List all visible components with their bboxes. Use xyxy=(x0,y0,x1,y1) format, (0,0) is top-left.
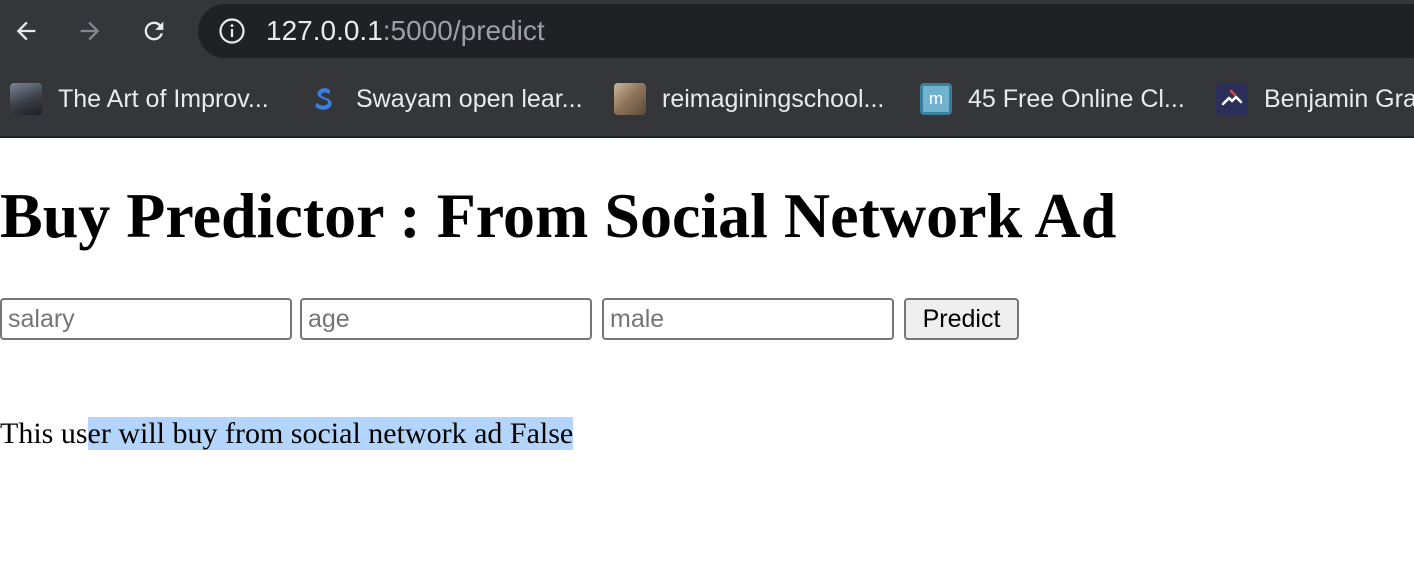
prediction-result: This user will buy from social network a… xyxy=(0,415,574,452)
back-button[interactable] xyxy=(6,11,46,51)
art-of-improv-favicon xyxy=(10,83,42,115)
predict-button[interactable]: Predict xyxy=(904,298,1019,340)
browser-toolbar: 127.0.0.1:5000/predict xyxy=(0,0,1414,62)
url-text[interactable]: 127.0.0.1:5000/predict xyxy=(266,4,545,58)
bookmark-benjamin[interactable]: Benjamin Gra xyxy=(1216,62,1414,136)
url-path: :5000/predict xyxy=(382,15,545,46)
arrow-right-icon xyxy=(80,21,100,41)
url-host: 127.0.0.1 xyxy=(266,15,383,46)
swayam-favicon xyxy=(308,83,340,115)
mooc-favicon: m xyxy=(920,83,952,115)
salary-input[interactable] xyxy=(0,298,292,340)
result-text-selected: er will buy from social network ad False xyxy=(87,417,574,450)
reload-button[interactable] xyxy=(134,11,174,51)
bookmark-free-online-classes[interactable]: m 45 Free Online Cl... xyxy=(920,62,1185,136)
bookmark-art-of-improv[interactable]: The Art of Improv... xyxy=(10,62,269,136)
bookmark-reimaginingschool[interactable]: reimaginingschool... xyxy=(614,62,884,136)
bookmark-swayam[interactable]: Swayam open lear... xyxy=(308,62,583,136)
reimaginingschool-favicon xyxy=(614,83,646,115)
result-text: This us xyxy=(0,417,88,450)
reload-icon xyxy=(144,21,164,41)
page-title: Buy Predictor : From Social Network Ad xyxy=(0,180,1117,251)
address-bar[interactable]: 127.0.0.1:5000/predict xyxy=(198,4,1414,58)
bookmarks-bar: The Art of Improv... Swayam open lear...… xyxy=(0,62,1414,138)
male-input[interactable] xyxy=(602,298,894,340)
bookmark-label: Benjamin Gra xyxy=(1264,84,1414,113)
info-icon[interactable] xyxy=(218,17,246,45)
forward-button[interactable] xyxy=(70,11,110,51)
bookmark-label: The Art of Improv... xyxy=(58,84,269,113)
bookmark-label: 45 Free Online Cl... xyxy=(968,84,1185,113)
page-content: Buy Predictor : From Social Network Ad P… xyxy=(0,138,1414,568)
bookmark-label: reimaginingschool... xyxy=(662,84,885,113)
age-input[interactable] xyxy=(300,298,592,340)
bookmark-label: Swayam open lear... xyxy=(356,84,583,113)
arrow-left-icon xyxy=(16,21,36,41)
benjamin-favicon xyxy=(1216,83,1248,115)
